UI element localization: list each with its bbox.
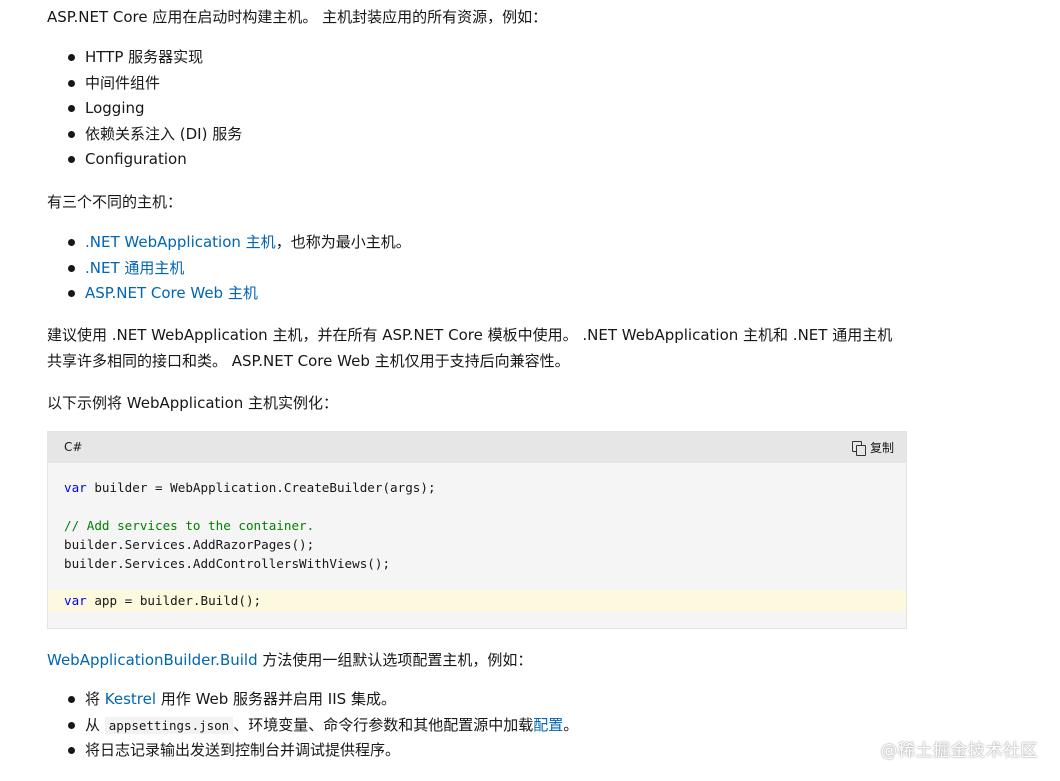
build-paragraph: WebApplicationBuilder.Build 方法使用一组默认选项配置… bbox=[47, 647, 532, 673]
recommend-paragraph: 建议使用 .NET WebApplication 主机，并在所有 ASP.NET… bbox=[47, 322, 907, 374]
list-item: 中间件组件 bbox=[67, 71, 242, 97]
copy-label: 复制 bbox=[869, 441, 894, 455]
watermark: @稀土掘金技术社区 bbox=[880, 741, 1038, 761]
generic-host-link[interactable]: .NET 通用主机 bbox=[85, 259, 184, 277]
code-line: builder.Services.AddRazorPages(); bbox=[64, 537, 315, 552]
list-item: 依赖关系注入 (DI) 服务 bbox=[67, 122, 242, 148]
recommend-line-1: 建议使用 .NET WebApplication 主机，并在所有 ASP.NET… bbox=[47, 326, 893, 344]
code-line-highlighted: var app = builder.Build(); bbox=[48, 590, 906, 612]
list-item-text: 。 bbox=[563, 715, 579, 734]
code-keyword: var bbox=[64, 480, 87, 495]
list-item: HTTP 服务器实现 bbox=[67, 45, 242, 71]
recommend-line-2: 共享许多相同的接口和类。 ASP.NET Core Web 主机仅用于支持后向兼… bbox=[47, 352, 570, 370]
resources-list: HTTP 服务器实现 中间件组件 Logging 依赖关系注入 (DI) 服务 … bbox=[47, 45, 242, 173]
list-item-text: 将 bbox=[85, 690, 105, 708]
code-text: app = builder.Build(); bbox=[86, 593, 262, 608]
list-item: Logging bbox=[67, 96, 242, 122]
list-item: 将日志记录输出发送到控制台并调试提供程序。 bbox=[67, 738, 578, 764]
code-header: C# 复制 bbox=[48, 432, 906, 463]
code-line: builder.Services.AddControllersWithViews… bbox=[64, 556, 391, 571]
list-item-text: 、环境变量、命令行参数和其他配置源中加载 bbox=[233, 715, 534, 734]
build-text: 方法使用一组默认选项配置主机，例如： bbox=[257, 651, 533, 669]
list-item-text: 用作 Web 服务器并启用 IIS 集成。 bbox=[156, 690, 396, 708]
code-line: var builder = WebApplication.CreateBuild… bbox=[64, 478, 436, 497]
webapplicationbuilder-build-link[interactable]: WebApplicationBuilder.Build bbox=[47, 651, 258, 669]
code-line: // Add services to the container. bbox=[64, 516, 314, 535]
kestrel-link[interactable]: Kestrel bbox=[105, 690, 156, 708]
list-item: .NET 通用主机 bbox=[68, 256, 411, 282]
list-item: Configuration bbox=[67, 147, 242, 173]
list-item-suffix: ，也称为最小主机。 bbox=[275, 233, 411, 251]
list-item: 从 appsettings.json 、环境变量、命令行参数和其他配置源中加载配置… bbox=[67, 713, 579, 739]
code-language-label: C# bbox=[64, 440, 83, 454]
code-keyword: var bbox=[64, 593, 87, 608]
code-text: builder = WebApplication.CreateBuilder(a… bbox=[86, 480, 436, 495]
copy-button[interactable]: 复制 bbox=[851, 439, 894, 456]
code-comment: // Add services to the container. bbox=[64, 518, 315, 533]
list-item: ASP.NET Core Web 主机 bbox=[68, 281, 411, 307]
defaults-list: 将 Kestrel 用作 Web 服务器并启用 IIS 集成。 从 appset… bbox=[47, 687, 578, 764]
three-hosts-paragraph: 有三个不同的主机： bbox=[47, 193, 183, 211]
example-paragraph: 以下示例将 WebApplication 主机实例化： bbox=[47, 394, 339, 412]
hosts-list: .NET WebApplication 主机，也称为最小主机。 .NET 通用主… bbox=[47, 230, 411, 307]
list-item: 将 Kestrel 用作 Web 服务器并启用 IIS 集成。 bbox=[67, 687, 578, 713]
list-item: .NET WebApplication 主机，也称为最小主机。 bbox=[68, 230, 411, 256]
web-host-link[interactable]: ASP.NET Core Web 主机 bbox=[85, 284, 258, 302]
list-item-text: 从 bbox=[85, 715, 105, 734]
code-block: C# 复制 var builder = WebApplication.Creat… bbox=[47, 431, 907, 629]
webapplication-host-link[interactable]: .NET WebApplication 主机 bbox=[85, 233, 276, 251]
copy-icon bbox=[851, 440, 866, 456]
configuration-link[interactable]: 配置 bbox=[533, 716, 563, 734]
inline-code: appsettings.json bbox=[104, 716, 234, 734]
intro-paragraph: ASP.NET Core 应用在启动时构建主机。 主机封装应用的所有资源，例如： bbox=[47, 8, 548, 26]
